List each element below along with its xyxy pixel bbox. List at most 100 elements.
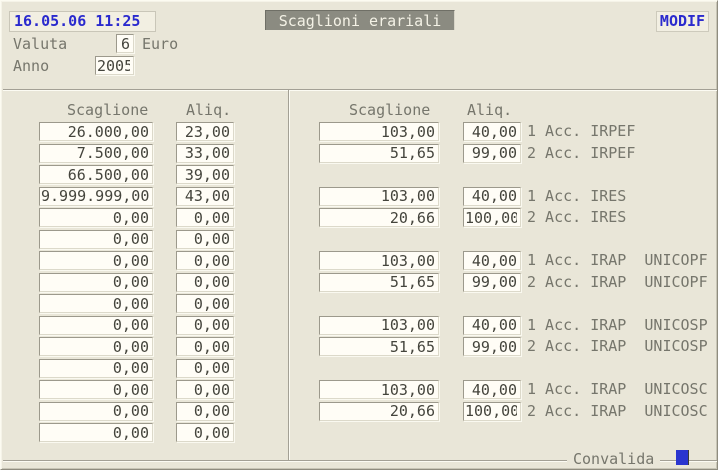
aliquota-input[interactable] [463, 337, 521, 356]
valuta-input[interactable] [116, 34, 134, 53]
scaglione-input[interactable] [39, 294, 153, 313]
page-title: Scaglioni erariali [265, 10, 455, 30]
aliquota-input[interactable] [176, 423, 234, 442]
acconto-label: 1 Acc. IRAP UNICOPF [527, 251, 708, 270]
scaglione-input[interactable] [319, 144, 439, 163]
acconto-label: 1 Acc. IRPEF [527, 122, 635, 141]
table-row [39, 251, 279, 270]
scaglione-input[interactable] [39, 337, 153, 356]
acconto-label: 1 Acc. IRAP UNICOSP [527, 316, 708, 335]
scaglione-input[interactable] [319, 380, 439, 399]
left-col-scaglione-header: Scaglione [67, 102, 148, 118]
scaglione-input[interactable] [319, 337, 439, 356]
scaglione-input[interactable] [319, 316, 439, 335]
table-row [39, 144, 279, 163]
scaglione-input[interactable] [39, 402, 153, 421]
table-row [39, 273, 279, 292]
aliquota-input[interactable] [176, 122, 234, 141]
table-row [39, 294, 279, 313]
aliquota-input[interactable] [463, 402, 521, 421]
aliquota-input[interactable] [463, 122, 521, 141]
scaglione-input[interactable] [39, 144, 153, 163]
table-row [39, 423, 279, 442]
scaglione-input[interactable] [39, 423, 153, 442]
table-row [39, 380, 279, 399]
table-row: 1 Acc. IRPEF [319, 122, 717, 141]
aliquota-input[interactable] [463, 251, 521, 270]
scaglione-input[interactable] [39, 208, 153, 227]
aliquota-input[interactable] [463, 316, 521, 335]
aliquota-input[interactable] [176, 294, 234, 313]
aliquota-input[interactable] [176, 316, 234, 335]
table-row: 2 Acc. IRES [319, 208, 717, 227]
aliquota-input[interactable] [176, 208, 234, 227]
aliquota-input[interactable] [463, 144, 521, 163]
table-row: 1 Acc. IRAP UNICOPF [319, 251, 717, 270]
acconto-label: 1 Acc. IRAP UNICOSC [527, 380, 708, 399]
scaglione-input[interactable] [319, 402, 439, 421]
scaglione-input[interactable] [319, 273, 439, 292]
scaglione-input[interactable] [39, 230, 153, 249]
aliquota-input[interactable] [176, 359, 234, 378]
aliquota-input[interactable] [176, 380, 234, 399]
scaglione-input[interactable] [39, 316, 153, 335]
scaglione-input[interactable] [39, 380, 153, 399]
scaglione-input[interactable] [319, 208, 439, 227]
spacer-row [319, 294, 717, 313]
text-cursor-block[interactable] [676, 450, 689, 465]
aliquota-input[interactable] [463, 380, 521, 399]
scaglione-input[interactable] [39, 122, 153, 141]
anno-label: Anno [13, 58, 49, 74]
table-row [39, 208, 279, 227]
table-row: 2 Acc. IRPEF [319, 144, 717, 163]
table-row [39, 316, 279, 335]
spacer-row [319, 359, 717, 378]
scaglione-input[interactable] [319, 251, 439, 270]
scaglione-input[interactable] [39, 273, 153, 292]
scaglione-input[interactable] [39, 165, 153, 184]
right-table: 1 Acc. IRPEF 2 Acc. IRPEF 1 Acc. IRES 2 … [319, 122, 717, 421]
table-row [39, 122, 279, 141]
aliquota-input[interactable] [176, 251, 234, 270]
aliquota-input[interactable] [176, 230, 234, 249]
aliquota-input[interactable] [463, 187, 521, 206]
aliquota-input[interactable] [176, 187, 234, 206]
acconto-label: 2 Acc. IRAP UNICOSP [527, 337, 708, 356]
panel-divider [288, 90, 290, 460]
scaglione-input[interactable] [319, 187, 439, 206]
header-divider [3, 89, 717, 91]
table-row: 2 Acc. IRAP UNICOPF [319, 273, 717, 292]
anno-input[interactable] [95, 56, 134, 75]
table-row: 2 Acc. IRAP UNICOSP [319, 337, 717, 356]
valuta-unit-label: Euro [142, 36, 178, 52]
spacer-row [319, 165, 717, 184]
scaglione-input[interactable] [39, 187, 153, 206]
acconto-label: 2 Acc. IRES [527, 208, 626, 227]
aliquota-input[interactable] [463, 208, 521, 227]
acconto-label: 2 Acc. IRAP UNICOPF [527, 273, 708, 292]
convalida-button[interactable]: Convalida [567, 451, 660, 467]
aliquota-input[interactable] [176, 144, 234, 163]
scaglione-input[interactable] [39, 359, 153, 378]
acconto-label: 2 Acc. IRPEF [527, 144, 635, 163]
aliquota-input[interactable] [176, 402, 234, 421]
aliquota-input[interactable] [176, 337, 234, 356]
spacer-row [319, 230, 717, 249]
aliquota-input[interactable] [176, 273, 234, 292]
scaglione-input[interactable] [319, 122, 439, 141]
convalida-label: Convalida [573, 450, 654, 468]
app-window: 16.05.06 11:25 Scaglioni erariali MODIF … [0, 0, 718, 470]
table-row: 1 Acc. IRAP UNICOSC [319, 380, 717, 399]
table-row: 2 Acc. IRAP UNICOSC [319, 402, 717, 421]
aliquota-input[interactable] [176, 165, 234, 184]
mode-indicator: MODIF [656, 11, 709, 32]
scaglione-input[interactable] [39, 251, 153, 270]
table-row [39, 165, 279, 184]
table-row: 1 Acc. IRAP UNICOSP [319, 316, 717, 335]
acconto-label: 2 Acc. IRAP UNICOSC [527, 402, 708, 421]
left-table [39, 122, 279, 442]
aliquota-input[interactable] [463, 273, 521, 292]
table-row [39, 230, 279, 249]
left-col-aliq-header: Aliq. [186, 102, 231, 118]
table-row [39, 187, 279, 206]
